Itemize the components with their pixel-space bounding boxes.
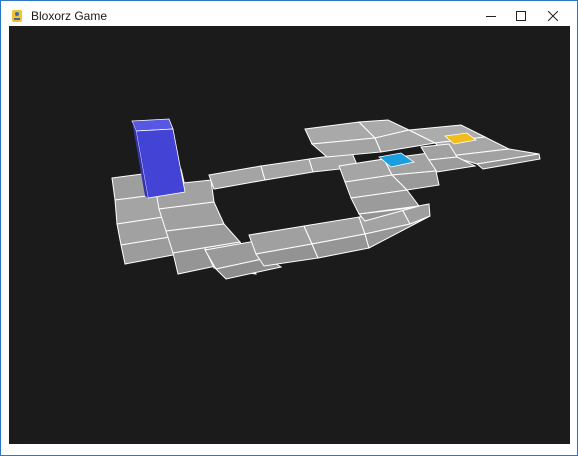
window-title: Bloxorz Game (31, 9, 108, 23)
game-viewport[interactable] (9, 26, 570, 444)
maximize-icon (516, 11, 526, 21)
game-board[interactable] (9, 26, 570, 444)
minimize-icon (486, 11, 496, 21)
floor-region-bridge (208, 152, 359, 190)
app-window: Bloxorz Game (0, 0, 578, 456)
close-icon (548, 11, 558, 21)
pygame-snake-icon (10, 9, 24, 23)
